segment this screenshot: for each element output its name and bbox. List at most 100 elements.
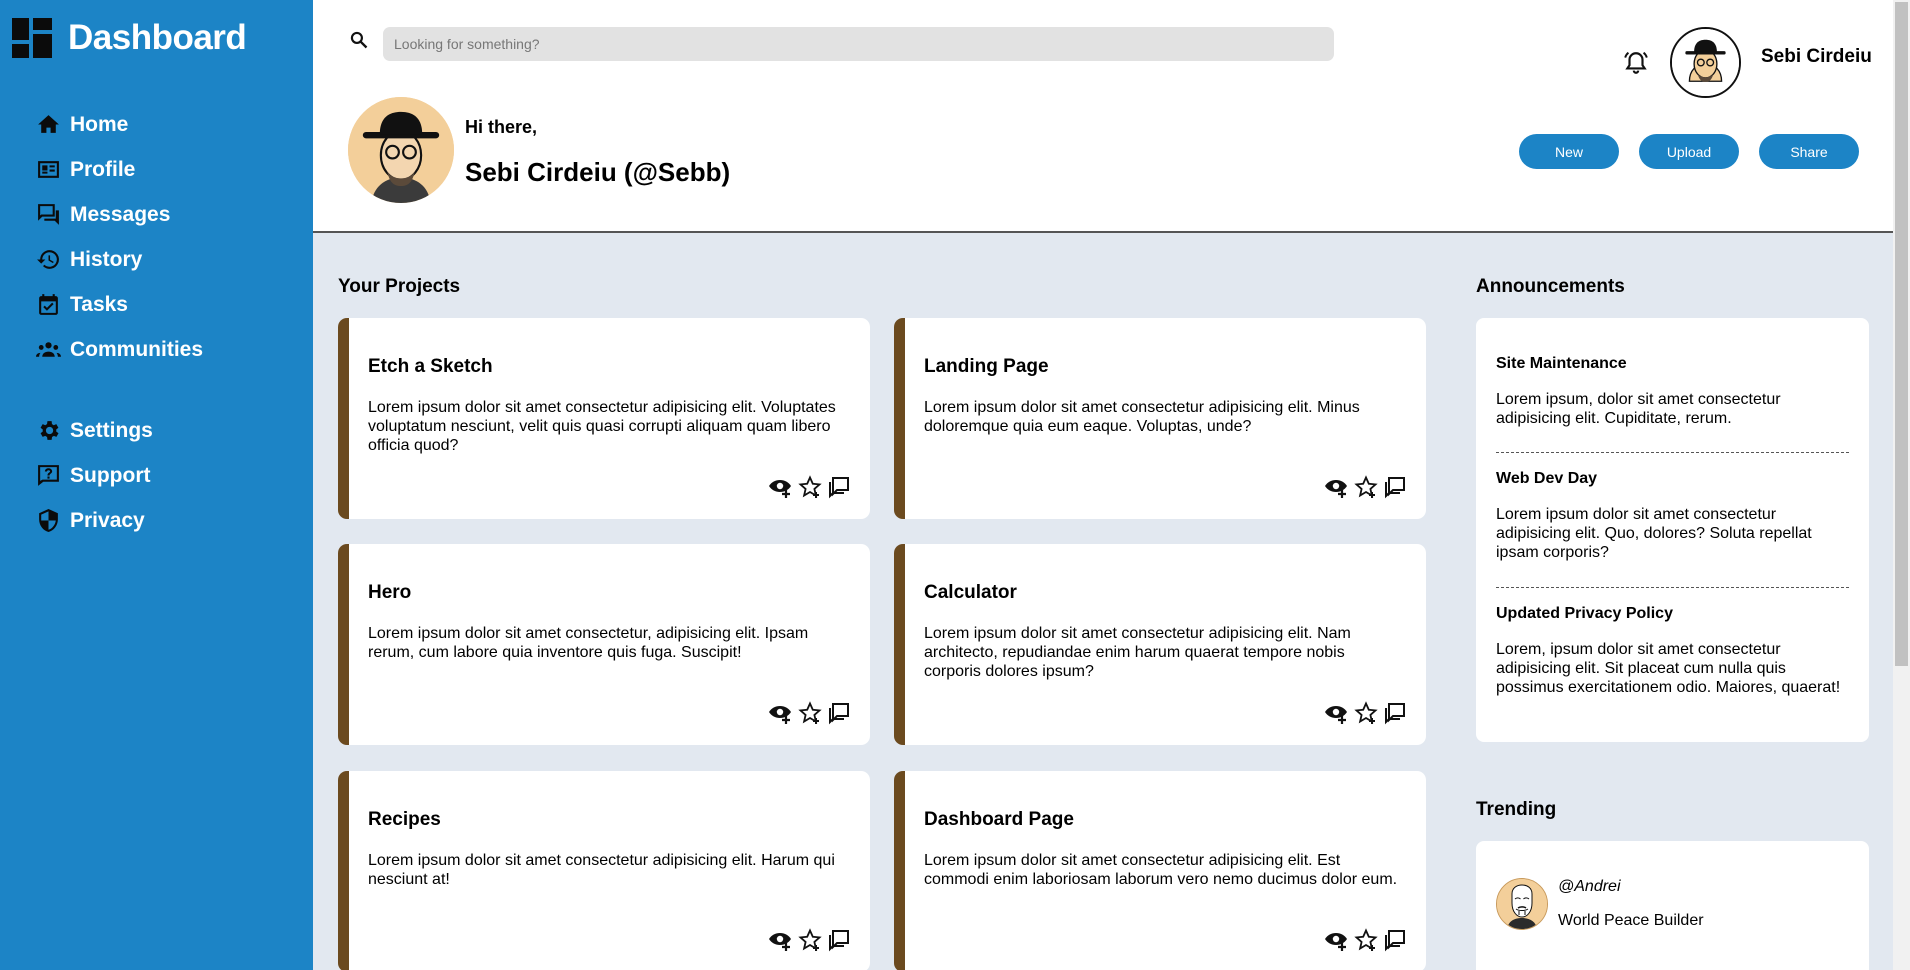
sidebar-item-support[interactable]: Support [36, 453, 296, 498]
announcement-text: Lorem ipsum, dolor sit amet consectetur … [1496, 391, 1781, 427]
trending-handle[interactable]: @Andrei [1558, 878, 1621, 896]
search-input[interactable] [383, 27, 1334, 61]
project-description: Lorem ipsum dolor sit amet consectetur a… [924, 399, 1360, 435]
watch-icon[interactable] [1324, 928, 1348, 952]
header: Sebi Cirdeiu Hi there, Sebi Cirdeiu (@Se… [313, 0, 1893, 233]
watch-icon[interactable] [768, 701, 792, 725]
project-description: Lorem ipsum dolor sit amet consectetur a… [368, 852, 835, 888]
project-actions [1324, 475, 1408, 499]
sidebar-item-history[interactable]: History [36, 237, 296, 282]
profile-card-icon [38, 161, 59, 178]
project-card[interactable]: Landing Page Lorem ipsum dolor sit amet … [894, 318, 1426, 519]
star-icon[interactable] [798, 701, 822, 725]
watch-icon[interactable] [768, 475, 792, 499]
comment-icon[interactable] [828, 475, 852, 499]
projects-title: Your Projects [338, 276, 461, 297]
sidebar-item-messages[interactable]: Messages [36, 192, 296, 237]
trending-title: Trending [1476, 799, 1557, 820]
announcement-text: Lorem, ipsum dolor sit amet consectetur … [1496, 641, 1841, 696]
announcement-item: Site Maintenance Lorem ipsum, dolor sit … [1496, 355, 1849, 428]
project-title: Etch a Sketch [368, 356, 493, 377]
profile-avatar-image [348, 97, 454, 203]
sidebar-item-label: Profile [70, 157, 136, 181]
comment-icon[interactable] [1384, 475, 1408, 499]
brand[interactable]: Dashboard [12, 18, 247, 58]
sidebar-item-label: Privacy [70, 508, 145, 532]
primary-nav: Home Profile Messages History Tasks Comm… [36, 102, 296, 372]
shield-icon [39, 509, 58, 532]
sidebar-item-home[interactable]: Home [36, 102, 296, 147]
star-icon[interactable] [798, 475, 822, 499]
communities-icon [36, 342, 61, 357]
secondary-nav: Settings Support Privacy [36, 408, 296, 543]
trending-role: World Peace Builder [1558, 912, 1704, 929]
project-title: Calculator [924, 582, 1017, 603]
profile-avatar [348, 97, 454, 203]
history-icon [37, 250, 59, 269]
sidebar-item-settings[interactable]: Settings [36, 408, 296, 453]
project-card[interactable]: Dashboard Page Lorem ipsum dolor sit ame… [894, 771, 1426, 970]
comment-icon[interactable] [828, 928, 852, 952]
project-description: Lorem ipsum dolor sit amet consectetur, … [368, 625, 809, 661]
sidebar-item-label: Settings [70, 418, 153, 442]
search-icon[interactable] [349, 30, 369, 50]
announcement-text: Lorem ipsum dolor sit amet consectetur a… [1496, 506, 1812, 561]
sidebar-item-label: Home [70, 112, 129, 136]
project-card[interactable]: Hero Lorem ipsum dolor sit amet consecte… [338, 544, 870, 745]
watch-icon[interactable] [1324, 475, 1348, 499]
announcement-item: Updated Privacy Policy Lorem, ipsum dolo… [1496, 605, 1849, 697]
messages-icon [38, 204, 59, 225]
avatar-image [1672, 29, 1739, 96]
project-actions [1324, 701, 1408, 725]
watch-icon[interactable] [1324, 701, 1348, 725]
greeting: Hi there, [465, 117, 538, 137]
brand-title: Dashboard [68, 18, 247, 57]
project-title: Landing Page [924, 356, 1049, 377]
sidebar-item-label: Tasks [70, 292, 128, 316]
star-icon[interactable] [1354, 475, 1378, 499]
avatar[interactable] [1670, 27, 1741, 98]
sidebar-item-label: Support [70, 463, 151, 487]
announcement-item: Web Dev Day Lorem ipsum dolor sit amet c… [1496, 470, 1849, 562]
user-name: Sebi Cirdeiu [1761, 46, 1872, 67]
trending-avatar[interactable] [1496, 878, 1548, 930]
project-card[interactable]: Recipes Lorem ipsum dolor sit amet conse… [338, 771, 870, 970]
project-description: Lorem ipsum dolor sit amet consectetur a… [924, 625, 1351, 680]
dashboard-icon [12, 18, 52, 58]
support-icon [38, 465, 59, 486]
project-description: Lorem ipsum dolor sit amet consectetur a… [924, 852, 1398, 888]
star-icon[interactable] [1354, 928, 1378, 952]
scrollbar-thumb[interactable] [1895, 2, 1908, 666]
announcement-title: Updated Privacy Policy [1496, 605, 1673, 622]
comment-icon[interactable] [1384, 701, 1408, 725]
share-button[interactable]: Share [1759, 134, 1859, 169]
profile-name: Sebi Cirdeiu (@Sebb) [465, 157, 731, 187]
project-card[interactable]: Calculator Lorem ipsum dolor sit amet co… [894, 544, 1426, 745]
upload-button[interactable]: Upload [1639, 134, 1739, 169]
announcement-title: Web Dev Day [1496, 470, 1598, 487]
project-actions [768, 701, 852, 725]
announcements-panel: Site Maintenance Lorem ipsum, dolor sit … [1476, 318, 1869, 742]
new-button[interactable]: New [1519, 134, 1619, 169]
divider [1496, 587, 1849, 588]
announcement-title: Site Maintenance [1496, 355, 1627, 372]
vertical-scrollbar[interactable] [1893, 0, 1910, 970]
sidebar-item-label: History [70, 247, 143, 271]
bell-icon[interactable] [1623, 50, 1649, 76]
project-actions [1324, 928, 1408, 952]
tasks-icon [39, 294, 58, 315]
sidebar-item-label: Communities [70, 337, 204, 361]
sidebar-item-profile[interactable]: Profile [36, 147, 296, 192]
project-card[interactable]: Etch a Sketch Lorem ipsum dolor sit amet… [338, 318, 870, 519]
sidebar-item-tasks[interactable]: Tasks [36, 282, 296, 327]
sidebar-item-label: Messages [70, 202, 171, 226]
comment-icon[interactable] [1384, 928, 1408, 952]
star-icon[interactable] [798, 928, 822, 952]
comment-icon[interactable] [828, 701, 852, 725]
sidebar-item-communities[interactable]: Communities [36, 327, 296, 372]
watch-icon[interactable] [768, 928, 792, 952]
star-icon[interactable] [1354, 701, 1378, 725]
sidebar-item-privacy[interactable]: Privacy [36, 498, 296, 543]
project-actions [768, 928, 852, 952]
project-title: Hero [368, 582, 412, 603]
